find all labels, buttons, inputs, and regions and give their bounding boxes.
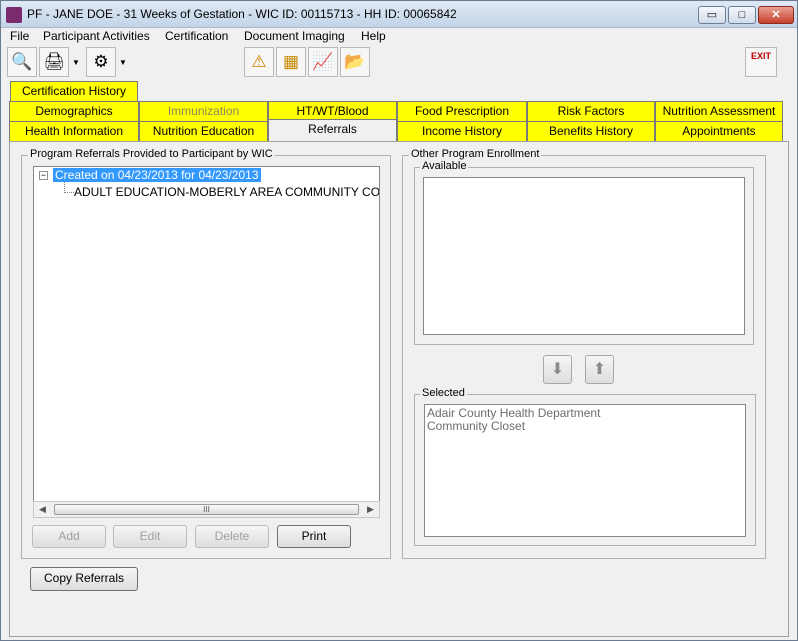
title-bar: PF - JANE DOE - 31 Weeks of Gestation - … [1, 1, 797, 28]
window-title: PF - JANE DOE - 31 Weeks of Gestation - … [27, 7, 457, 21]
arrow-up-icon: ⬆ [592, 361, 607, 378]
list-item[interactable]: Community Closet [425, 420, 745, 433]
alert-icon: ⚠ [251, 52, 267, 71]
document-imaging-button[interactable]: 📂 [340, 47, 370, 77]
tab-income-history[interactable]: Income History [397, 121, 527, 141]
scroll-thumb[interactable]: III [54, 504, 359, 515]
folder-icon: 📂 [344, 52, 366, 71]
edit-button[interactable]: Edit [113, 525, 187, 548]
tab-health-information[interactable]: Health Information [9, 121, 139, 141]
tab-nutrition-assessment[interactable]: Nutrition Assessment [655, 101, 783, 121]
menu-bar: File Participant Activities Certificatio… [1, 28, 797, 46]
referrals-group-title: Program Referrals Provided to Participan… [28, 148, 275, 160]
menu-document-imaging[interactable]: Document Imaging [244, 29, 345, 43]
tools-icon: ⚙ [93, 52, 109, 71]
maximize-button[interactable]: □ [728, 6, 756, 24]
tab-appointments[interactable]: Appointments [655, 121, 783, 141]
main-window: PF - JANE DOE - 31 Weeks of Gestation - … [0, 0, 798, 641]
print-button[interactable]: Print [277, 525, 351, 548]
tab-immunization: Immunization [139, 101, 268, 121]
delete-button[interactable]: Delete [195, 525, 269, 548]
menu-help[interactable]: Help [361, 29, 386, 43]
tab-certification-history[interactable]: Certification History [10, 81, 138, 101]
notes-button[interactable]: ▦ [276, 47, 306, 77]
print-dropdown[interactable]: ▼ [70, 47, 82, 77]
magnifier-icon: 🔍 [11, 52, 33, 71]
other-enrollment-group-title: Other Program Enrollment [409, 148, 542, 160]
copy-referrals-button[interactable]: Copy Referrals [30, 567, 138, 591]
exit-button[interactable]: EXIT [745, 47, 777, 77]
tab-demographics[interactable]: Demographics [9, 101, 139, 121]
search-button[interactable]: 🔍 [7, 47, 37, 77]
menu-participant-activities[interactable]: Participant Activities [43, 29, 150, 43]
tab-risk-factors[interactable]: Risk Factors [527, 101, 655, 121]
available-label: Available [420, 160, 469, 172]
tab-ht-wt-blood[interactable]: HT/WT/Blood [268, 101, 397, 121]
minimize-button[interactable]: ▭ [698, 6, 726, 24]
tree-connector-branch [64, 192, 74, 193]
move-down-button[interactable]: ⬇ [543, 355, 572, 384]
close-button[interactable]: ✕ [758, 6, 794, 24]
print-button[interactable]: 🖨 [39, 47, 69, 77]
notes-icon: ▦ [282, 52, 300, 71]
available-programs-list[interactable] [423, 177, 745, 335]
tools-button[interactable]: ⚙ [86, 47, 116, 77]
tools-dropdown[interactable]: ▼ [117, 47, 129, 77]
alerts-button[interactable]: ⚠ [244, 47, 274, 77]
chart-icon: 📈 [312, 52, 334, 71]
printer-icon: 🖨 [43, 52, 65, 71]
tab-referrals[interactable]: Referrals [268, 119, 397, 141]
selected-label: Selected [420, 387, 467, 399]
scroll-left-icon[interactable]: ◀ [34, 502, 51, 517]
move-up-button[interactable]: ⬆ [585, 355, 614, 384]
tab-benefits-history[interactable]: Benefits History [527, 121, 655, 141]
tree-node-referral-program[interactable]: ADULT EDUCATION-MOBERLY AREA COMMUNITY C… [74, 185, 379, 199]
referrals-tree[interactable]: − Created on 04/23/2013 for 04/23/2013 A… [33, 166, 380, 518]
growth-chart-button[interactable]: 📈 [308, 47, 338, 77]
collapse-icon[interactable]: − [39, 171, 48, 180]
arrow-down-icon: ⬇ [550, 361, 565, 378]
toolbar: 🔍 🖨 ▼ ⚙ ▼ ⚠ ▦ 📈 📂 EXIT [1, 46, 797, 80]
exit-icon: EXIT [750, 51, 771, 61]
menu-certification[interactable]: Certification [165, 29, 228, 43]
scroll-right-icon[interactable]: ▶ [362, 502, 379, 517]
tab-food-prescription[interactable]: Food Prescription [397, 101, 527, 121]
menu-file[interactable]: File [10, 29, 29, 43]
tree-node-referral-date[interactable]: Created on 04/23/2013 for 04/23/2013 [53, 168, 261, 182]
add-button[interactable]: Add [32, 525, 106, 548]
app-icon [6, 7, 22, 23]
selected-programs-list[interactable]: Adair County Health Department Community… [424, 404, 746, 537]
tree-horizontal-scrollbar[interactable]: ◀ III ▶ [33, 501, 380, 518]
tab-nutrition-education[interactable]: Nutrition Education [139, 121, 268, 141]
